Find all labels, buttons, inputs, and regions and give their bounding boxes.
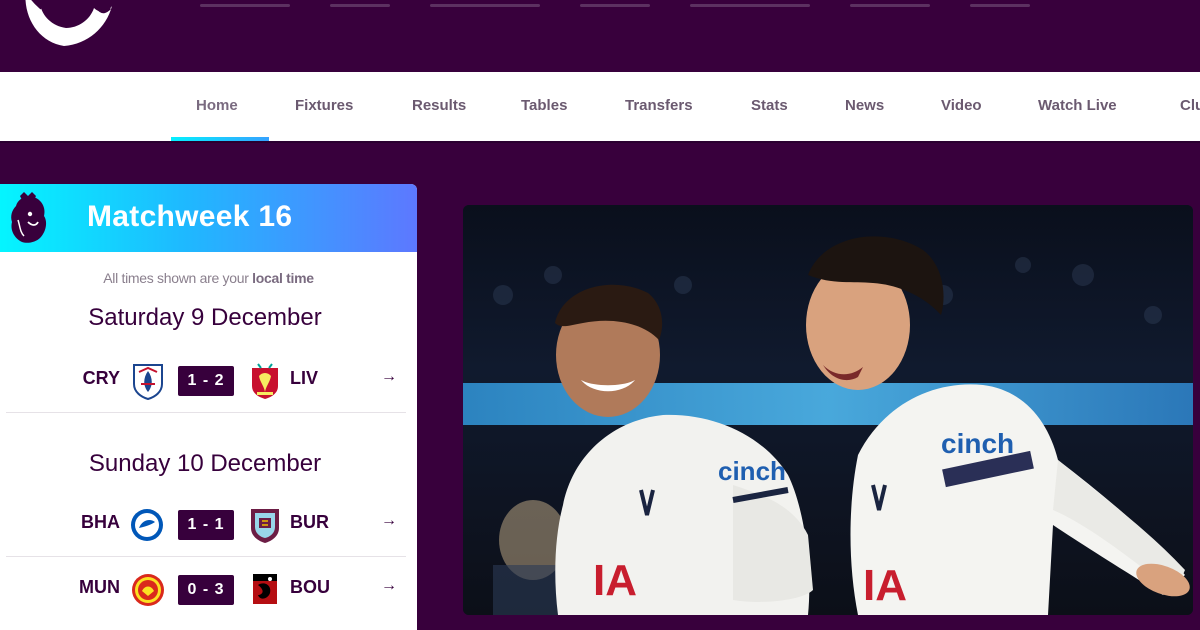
burnley-crest-icon bbox=[251, 509, 279, 543]
matchweek-header: Matchweek 16 bbox=[0, 184, 417, 252]
matchweek-panel: Matchweek 16 All times shown are your lo… bbox=[0, 184, 417, 630]
nav-watch-live[interactable]: Watch Live bbox=[1038, 72, 1117, 142]
nav-video[interactable]: Video bbox=[941, 72, 982, 142]
svg-text:IA: IA bbox=[593, 556, 637, 605]
nav-fixtures[interactable]: Fixtures bbox=[295, 72, 353, 142]
lion-icon bbox=[11, 192, 47, 243]
local-time-note-prefix: All times shown are your bbox=[103, 270, 253, 286]
nav-tables[interactable]: Tables bbox=[521, 72, 567, 142]
fixture-row-mun-bou[interactable]: MUN 0 - 3 BOU → bbox=[0, 565, 410, 615]
date-heading: Sunday 10 December bbox=[88, 450, 322, 477]
manchester-united-crest-icon bbox=[132, 574, 164, 606]
local-time-note-bold: local time bbox=[252, 270, 314, 286]
score-badge: 1 - 1 bbox=[178, 510, 234, 540]
main-nav: Home Fixtures Results Tables Transfers S… bbox=[0, 72, 1200, 142]
home-team: MUN bbox=[79, 577, 120, 597]
home-team: BHA bbox=[81, 512, 120, 532]
premier-league-logo[interactable] bbox=[8, 0, 120, 50]
top-bar bbox=[0, 0, 1200, 72]
arrow-right-icon[interactable]: → bbox=[381, 577, 397, 595]
arrow-right-icon[interactable]: → bbox=[381, 368, 397, 386]
shirt-sponsor-text: cinch bbox=[718, 456, 786, 486]
svg-text:IA: IA bbox=[863, 561, 907, 610]
nav-clubs[interactable]: Clu bbox=[1180, 72, 1200, 142]
liverpool-crest-icon bbox=[252, 363, 278, 399]
fixture-row-cry-liv[interactable]: CRY 1 - 2 LIV → bbox=[0, 356, 410, 406]
local-time-note: All times shown are your local time bbox=[0, 270, 417, 286]
nav-divider bbox=[0, 141, 1200, 143]
score-badge: 1 - 2 bbox=[178, 366, 234, 396]
date-heading: Saturday 9 December bbox=[88, 304, 322, 331]
divider bbox=[6, 556, 406, 557]
nav-home[interactable]: Home bbox=[196, 72, 238, 142]
nav-results[interactable]: Results bbox=[412, 72, 466, 142]
matchweek-title: Matchweek 16 bbox=[87, 200, 293, 233]
divider bbox=[6, 412, 406, 413]
bournemouth-crest-icon bbox=[253, 574, 277, 604]
nav-transfers[interactable]: Transfers bbox=[625, 72, 693, 142]
home-team: CRY bbox=[82, 368, 120, 388]
away-team: BUR bbox=[290, 512, 329, 532]
shirt-sponsor-text: cinch bbox=[941, 428, 1014, 459]
top-bar-links bbox=[200, 0, 1080, 7]
nav-stats[interactable]: Stats bbox=[751, 72, 788, 142]
brighton-crest-icon bbox=[131, 509, 163, 541]
celebration-photo: cinch IA cinch IA bbox=[463, 205, 1193, 615]
arrow-right-icon[interactable]: → bbox=[381, 512, 397, 530]
crystal-palace-crest-icon bbox=[133, 364, 163, 400]
score-badge: 0 - 3 bbox=[178, 575, 234, 605]
fixture-row-bha-bur[interactable]: BHA 1 - 1 BUR → bbox=[0, 500, 410, 550]
hero-image[interactable]: cinch IA cinch IA bbox=[463, 205, 1193, 615]
away-team: LIV bbox=[290, 368, 319, 388]
nav-news[interactable]: News bbox=[845, 72, 884, 142]
away-team: BOU bbox=[290, 577, 330, 597]
